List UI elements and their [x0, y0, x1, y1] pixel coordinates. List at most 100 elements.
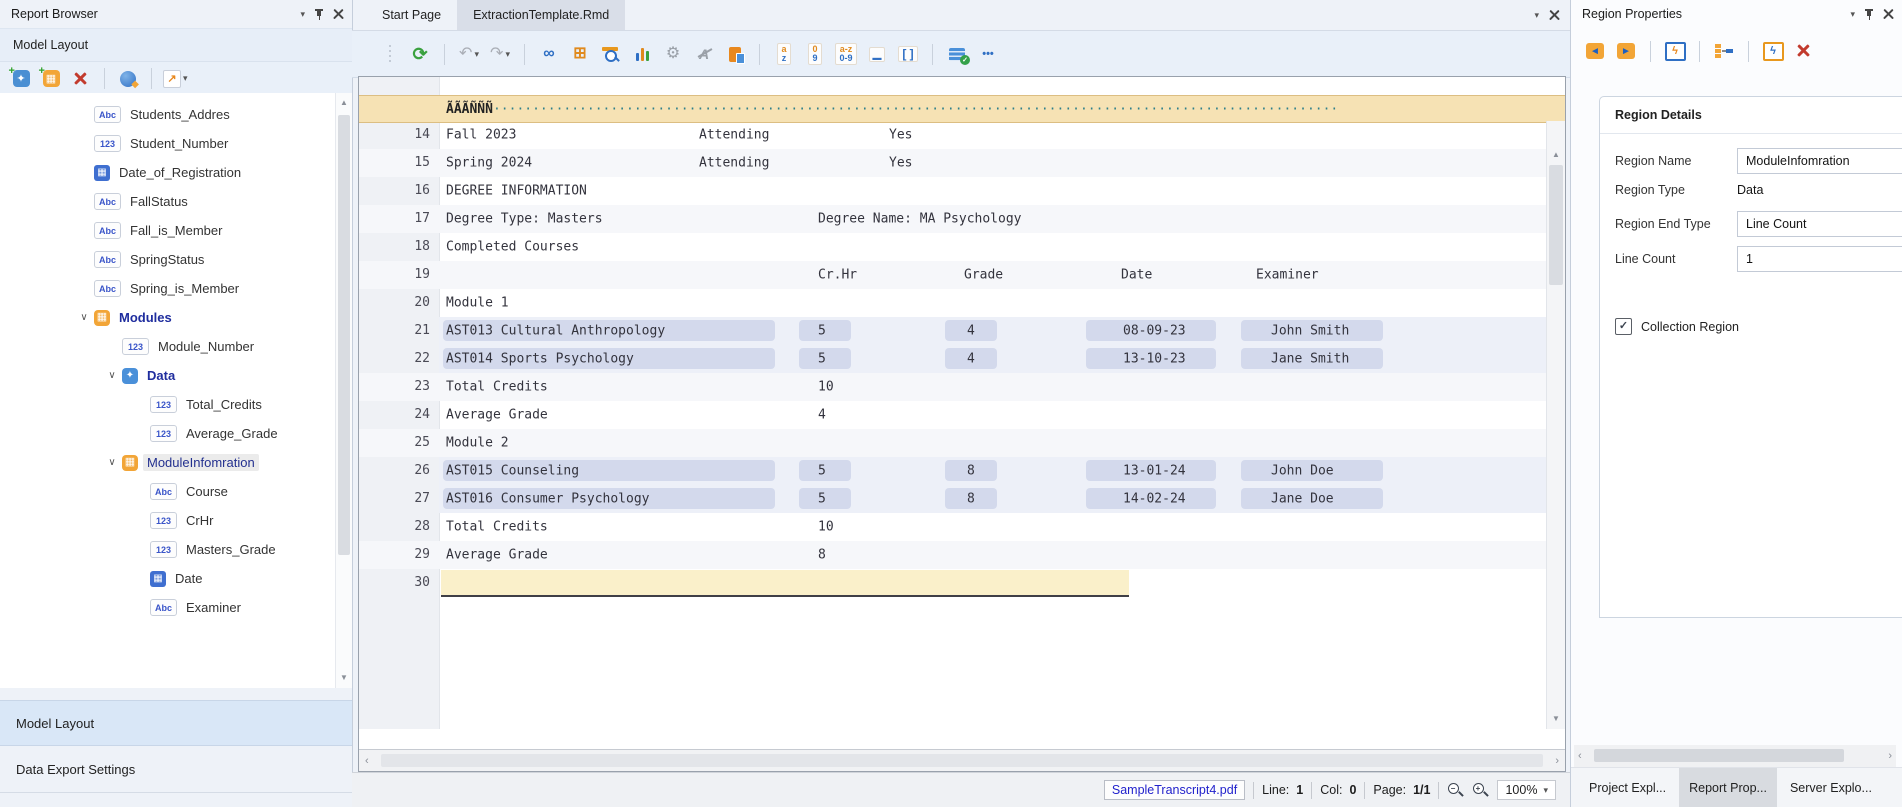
chart-button[interactable] — [630, 42, 654, 66]
tree-item-spring-is-member[interactable]: AbcSpring_is_Member — [0, 274, 351, 303]
header-region-button[interactable]: ϟ — [1761, 39, 1785, 63]
panel-menu-caret-icon[interactable]: ▾ — [300, 10, 305, 19]
expand-chevron-icon[interactable]: ∨ — [74, 312, 94, 323]
editor-line-27[interactable]: 27AST016 Consumer Psychology5814-02-24Ja… — [359, 485, 1547, 513]
zoom-out-icon[interactable]: − — [1447, 782, 1464, 799]
find-binoculars-button[interactable]: ∞ — [537, 42, 561, 66]
expand-chevron-icon[interactable]: ∨ — [102, 457, 122, 468]
tree-item-fallstatus[interactable]: AbcFallStatus — [0, 187, 351, 216]
tree-item-course[interactable]: AbcCourse — [0, 477, 351, 506]
collection-region-checkbox[interactable]: ✓ — [1615, 318, 1632, 335]
previous-region-button[interactable]: ◄ — [1583, 39, 1607, 63]
zoom-in-icon[interactable]: + — [1472, 782, 1489, 799]
tree-item-student-number[interactable]: 123Student_Number — [0, 129, 351, 158]
editor-vertical-scrollbar[interactable]: ▲ ▼ — [1546, 121, 1565, 729]
font-button[interactable]: A — [692, 42, 716, 66]
editor-line-26[interactable]: 26AST015 Counseling5813-01-24John Doe — [359, 457, 1547, 485]
auto-define-button[interactable]: ⊞ — [568, 42, 592, 66]
mask-alphanumeric-button[interactable]: a-z0-9 — [834, 42, 858, 66]
next-region-button[interactable]: ► — [1614, 39, 1638, 63]
process-settings-button[interactable]: ⚙ — [661, 42, 685, 66]
scrollbar-thumb[interactable] — [1549, 165, 1563, 285]
redo-button[interactable]: ↷▾ — [488, 42, 512, 66]
close-document-icon[interactable] — [1549, 10, 1560, 21]
scroll-left-icon[interactable]: ‹ — [365, 750, 369, 771]
expand-chevron-icon[interactable]: ∨ — [102, 370, 122, 381]
editor-line-28[interactable]: 28Total Credits10 — [359, 513, 1547, 541]
tab-project-expl-[interactable]: Project Expl... — [1579, 768, 1676, 807]
panel-horizontal-scrollbar[interactable]: ‹ › — [1574, 745, 1896, 767]
table-verify-button[interactable]: ✓ — [945, 42, 969, 66]
editor-line-17[interactable]: 17Degree Type: MastersDegree Name: MA Ps… — [359, 205, 1547, 233]
tab-report-prop-[interactable]: Report Prop... — [1679, 768, 1777, 807]
search-report-button[interactable] — [599, 42, 623, 66]
tree-item-module-number[interactable]: 123Module_Number — [0, 332, 351, 361]
editor-line-23[interactable]: 23Total Credits10 — [359, 373, 1547, 401]
tree-item-springstatus[interactable]: AbcSpringStatus — [0, 245, 351, 274]
editor-line-25[interactable]: 25Module 2 — [359, 429, 1547, 457]
editor-line-24[interactable]: 24Average Grade4 — [359, 401, 1547, 429]
scroll-right-icon[interactable]: › — [1555, 750, 1559, 771]
sidebar-item-model-layout[interactable]: Model Layout — [0, 700, 352, 746]
region-name-input[interactable]: ModuleInfomration — [1737, 148, 1902, 174]
editor-line-18[interactable]: 18Completed Courses — [359, 233, 1547, 261]
editor-line-16[interactable]: 16DEGREE INFORMATION — [359, 177, 1547, 205]
more-options-button[interactable]: ••• — [976, 42, 1000, 66]
editor-line-22[interactable]: 22AST014 Sports Psychology5413-10-23Jane… — [359, 345, 1547, 373]
mask-brackets-button[interactable]: [ ] — [896, 42, 920, 66]
tree-item-date[interactable]: ▦Date — [0, 564, 351, 593]
editor-line-15[interactable]: 15Spring 2024AttendingYes — [359, 149, 1547, 177]
tree-item-date-of-registration[interactable]: ▦Date_of_Registration — [0, 158, 351, 187]
sidebar-item-data-export-settings[interactable]: Data Export Settings — [0, 746, 352, 793]
panel-menu-caret-icon[interactable]: ▾ — [1850, 10, 1855, 19]
scrollbar-thumb[interactable] — [1594, 749, 1844, 762]
scroll-down-icon[interactable]: ▼ — [336, 670, 352, 686]
region-structure-button[interactable] — [1712, 39, 1736, 63]
tab-start-page[interactable]: Start Page — [366, 0, 457, 30]
report-file-link[interactable]: SampleTranscript4.pdf — [1104, 780, 1245, 800]
editor-line-14[interactable]: 14Fall 2023AttendingYes — [359, 121, 1547, 149]
document-export-button[interactable] — [723, 42, 747, 66]
editor-horizontal-scrollbar[interactable]: ‹ › — [359, 749, 1565, 771]
scroll-left-icon[interactable]: ‹ — [1578, 745, 1582, 767]
template-mask-ruler[interactable]: ÃÃÃÑÑÑ··································… — [359, 95, 1565, 123]
mask-space-button[interactable]: ▁ — [865, 42, 889, 66]
delete-region-button[interactable] — [1792, 39, 1816, 63]
mask-numbers-button[interactable]: 09 — [803, 42, 827, 66]
tree-item-masters-grade[interactable]: 123Masters_Grade — [0, 535, 351, 564]
close-icon[interactable] — [1883, 9, 1894, 20]
tree-item-data[interactable]: ∨✦Data — [0, 361, 351, 390]
toolbar-grip[interactable] — [388, 45, 392, 63]
mask-letters-button[interactable]: az — [772, 42, 796, 66]
tree-item-students-addres[interactable]: AbcStudents_Addres — [0, 100, 351, 129]
editor-line-30[interactable]: 30 — [359, 569, 1547, 597]
tree-item-average-grade[interactable]: 123Average_Grade — [0, 419, 351, 448]
export-button[interactable]: ↗▾ — [163, 67, 188, 91]
line-count-input[interactable]: 1 — [1737, 246, 1902, 272]
add-template-button[interactable]: ✦+ — [9, 67, 33, 91]
add-table-button[interactable]: ▦+ — [39, 67, 63, 91]
pin-icon[interactable] — [1864, 8, 1874, 20]
tree-item-total-credits[interactable]: 123Total_Credits — [0, 390, 351, 419]
close-icon[interactable] — [333, 9, 344, 20]
undo-button[interactable]: ↶▾ — [457, 42, 481, 66]
tab-list-caret-icon[interactable]: ▾ — [1534, 11, 1539, 20]
tree-item-moduleinfomration[interactable]: ∨▦ModuleInfomration — [0, 448, 351, 477]
tab-server-explo-[interactable]: Server Explo... — [1780, 768, 1882, 807]
tree-item-modules[interactable]: ∨▦Modules — [0, 303, 351, 332]
tab-extraction-template[interactable]: ExtractionTemplate.Rmd — [457, 0, 625, 30]
scrollbar-thumb[interactable] — [381, 754, 1543, 767]
database-button[interactable]: ◆ — [116, 67, 140, 91]
refresh-button[interactable]: ⟳ — [408, 42, 432, 66]
zoom-level-dropdown[interactable]: 100%▾ — [1497, 780, 1556, 800]
scroll-down-icon[interactable]: ▼ — [1547, 711, 1565, 727]
tree-item-examiner[interactable]: AbcExaminer — [0, 593, 351, 622]
scroll-up-icon[interactable]: ▲ — [336, 95, 352, 111]
tree-scrollbar[interactable]: ▲ ▼ — [335, 93, 352, 688]
region-action-button[interactable]: ϟ — [1663, 39, 1687, 63]
pin-icon[interactable] — [314, 8, 324, 20]
scrollbar-thumb[interactable] — [338, 115, 350, 555]
region-end-type-input[interactable]: Line Count — [1737, 211, 1902, 237]
delete-item-button[interactable] — [69, 67, 93, 91]
tree-item-crhr[interactable]: 123CrHr — [0, 506, 351, 535]
